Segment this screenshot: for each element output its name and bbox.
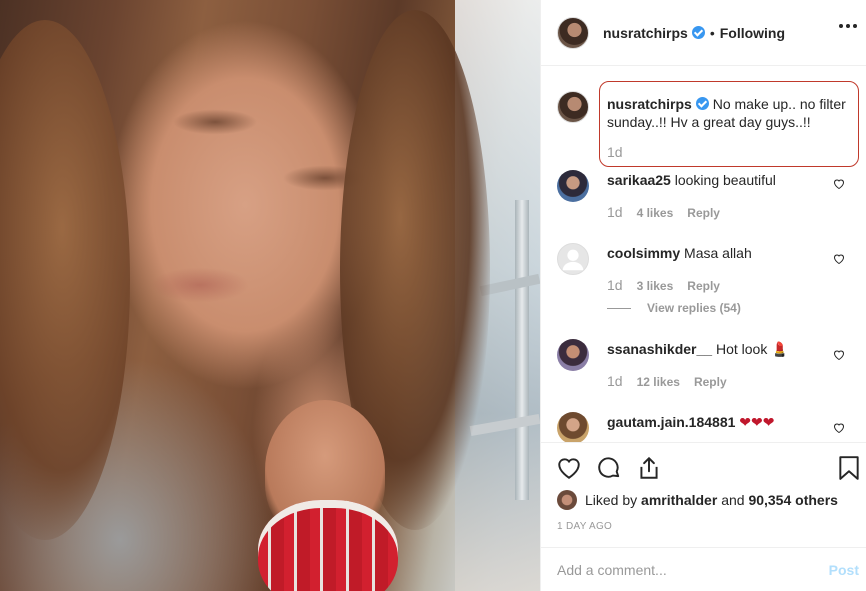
caption-age[interactable]: 1d [607,144,623,160]
liker-username[interactable]: amrithalder [641,492,717,508]
avatar[interactable] [557,339,589,371]
caption: nusratchirps No make up.. no filter sund… [607,95,852,131]
avatar[interactable] [557,170,589,202]
share-icon[interactable] [636,455,662,481]
reply-button[interactable]: Reply [694,375,727,389]
comment-username[interactable]: sarikaa25 [607,172,671,188]
post-header: nusratchirps • Following [541,0,866,66]
view-replies-label: View replies (54) [647,301,741,315]
caption-username[interactable]: nusratchirps [607,96,692,112]
comment-text: ❤❤❤ [739,414,775,430]
comment-text: Masa allah [684,245,752,261]
avatar[interactable] [557,412,589,442]
post-details-panel: nusratchirps • Following nusratchirps No… [540,0,866,591]
comment-text: Hot look 💄 [715,341,789,357]
likes-prefix: Liked by [585,492,638,508]
comment-meta: 1d 4 likes Reply [607,204,720,220]
avatar[interactable] [557,243,589,275]
verified-badge-icon [695,97,709,110]
comment-age[interactable]: 1d [607,204,623,220]
liker-avatar[interactable] [557,490,577,510]
view-replies-button[interactable]: View replies (54) [607,301,741,315]
reply-button[interactable]: Reply [687,279,720,293]
comment-likes[interactable]: 4 likes [637,206,674,220]
likes-count[interactable]: 90,354 others [748,492,838,508]
red-bangles [258,500,398,591]
bookmark-icon[interactable] [836,455,862,481]
likes-and: and [721,492,745,508]
comment-likes[interactable]: 12 likes [637,375,680,389]
comment-text: looking beautiful [674,172,776,188]
comment-username[interactable]: gautam.jain.184881 [607,414,735,430]
likes-summary: Liked by amrithalder and 90,354 others [557,490,838,510]
comment-username[interactable]: coolsimmy [607,245,680,261]
caption-avatar[interactable] [557,91,589,123]
comment-icon[interactable] [596,455,622,481]
comment-likes[interactable]: 3 likes [637,279,674,293]
comments-list[interactable]: nusratchirps No make up.. no filter sund… [541,66,866,442]
avatar[interactable] [557,16,589,49]
post-timestamp[interactable]: 1 DAY AGO [557,521,612,532]
post-photo[interactable] [0,0,540,591]
comment-username[interactable]: ssanashikder__ [607,341,712,357]
comment-age[interactable]: 1d [607,373,623,389]
comment-meta: 1d 12 likes Reply [607,373,727,389]
following-button[interactable]: Following [720,25,785,41]
comment-age[interactable]: 1d [607,277,623,293]
comment-line: gautam.jain.184881 ❤❤❤ [607,414,775,431]
comment-line: ssanashikder__ Hot look 💄 [607,341,789,358]
comment-line: coolsimmy Masa allah [607,245,752,261]
heart-icon[interactable] [556,455,582,481]
post-comment-button[interactable]: Post [829,562,859,578]
heart-icon[interactable] [833,349,845,360]
hair-left [0,20,130,540]
add-comment-bar: Post [541,547,866,591]
reply-button[interactable]: Reply [687,206,720,220]
default-user-icon [562,249,584,271]
heart-icon[interactable] [833,422,845,433]
post-actions: Liked by amrithalder and 90,354 others 1… [541,442,866,547]
heart-icon[interactable] [833,178,845,189]
more-options-icon[interactable] [839,24,857,28]
comment-meta: 1d 3 likes Reply [607,277,720,293]
comment-input[interactable] [557,560,797,580]
separator-dot: • [709,24,715,41]
verified-badge-icon [691,26,705,39]
comment-line: sarikaa25 looking beautiful [607,172,776,188]
railing-post [515,200,529,500]
heart-icon[interactable] [833,253,845,264]
header-username[interactable]: nusratchirps [603,25,688,41]
